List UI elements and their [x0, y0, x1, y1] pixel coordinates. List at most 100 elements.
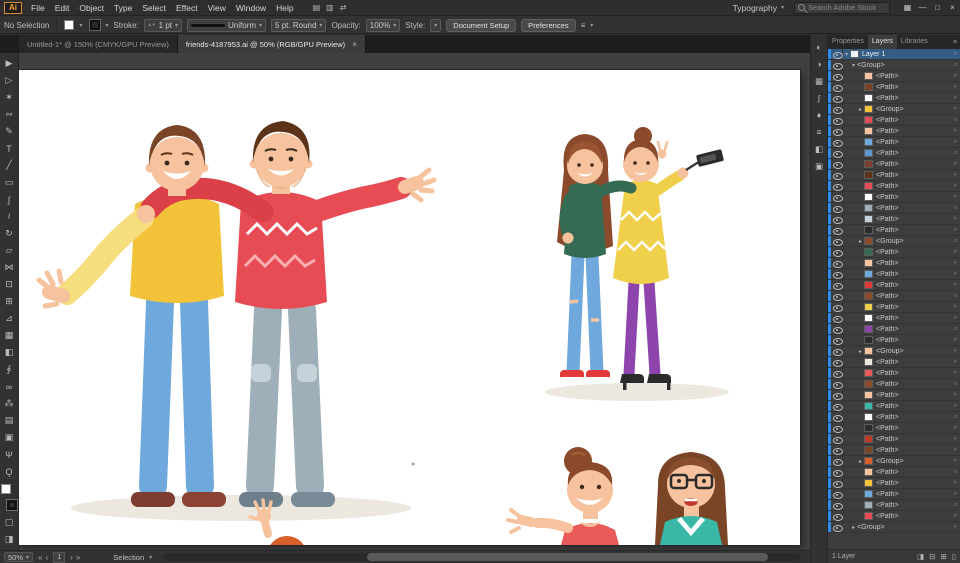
object-row[interactable]: <Path>○ — [828, 313, 960, 324]
object-row[interactable]: <Path>○ — [828, 302, 960, 313]
pencil-tool[interactable]: ≀ — [0, 208, 19, 225]
menu-select[interactable]: Select — [137, 0, 171, 16]
object-row[interactable]: <Path>○ — [828, 71, 960, 82]
chevron-down-icon[interactable]: ▾ — [319, 22, 322, 29]
target-circle-icon[interactable]: ○ — [953, 414, 957, 420]
fill-indicator-swatch[interactable] — [1, 484, 11, 494]
object-row[interactable]: <Path>○ — [828, 192, 960, 203]
target-circle-icon[interactable]: ○ — [953, 216, 957, 222]
menu-type[interactable]: Type — [109, 0, 137, 16]
zoom-dropdown[interactable]: 50% ▾ — [4, 552, 33, 562]
group-row[interactable]: ▸<Group>○ — [828, 104, 960, 115]
screen-mode-icon[interactable]: ◨ — [0, 531, 19, 548]
visibility-eye-icon[interactable] — [831, 445, 843, 456]
color-panel-icon[interactable]: ◐ — [810, 39, 828, 55]
object-row[interactable]: <Path>○ — [828, 434, 960, 445]
visibility-eye-icon[interactable] — [831, 214, 843, 225]
visibility-eye-icon[interactable] — [831, 93, 843, 104]
target-circle-icon[interactable]: ○ — [953, 469, 957, 475]
target-circle-icon[interactable]: ○ — [953, 117, 957, 123]
disclosure-right-icon[interactable]: ▸ — [857, 238, 864, 245]
object-row[interactable]: <Path>○ — [828, 478, 960, 489]
target-circle-icon[interactable]: ○ — [953, 238, 957, 244]
target-circle-icon[interactable]: ○ — [953, 194, 957, 200]
stroke-weight-field[interactable]: ▲▼ 1 pt ▾ — [144, 19, 182, 32]
visibility-eye-icon[interactable] — [831, 335, 843, 346]
target-circle-icon[interactable]: ○ — [953, 293, 957, 299]
target-circle-icon[interactable]: ○ — [953, 304, 957, 310]
color-guide-panel-icon[interactable]: ◑ — [810, 56, 828, 72]
group-row[interactable]: ▾<Group>○ — [828, 60, 960, 71]
next-artboard-icon[interactable]: › — [70, 553, 73, 562]
target-circle-icon[interactable]: ○ — [953, 282, 957, 288]
horizontal-scrollbar[interactable] — [163, 553, 800, 561]
opacity-field[interactable]: 100% ▾ — [366, 19, 400, 32]
visibility-eye-icon[interactable] — [831, 236, 843, 247]
width-tool[interactable]: ⋈ — [0, 259, 19, 276]
object-row[interactable]: <Path>○ — [828, 324, 960, 335]
visibility-eye-icon[interactable] — [831, 500, 843, 511]
menu-object[interactable]: Object — [74, 0, 109, 16]
visibility-eye-icon[interactable] — [831, 434, 843, 445]
group-row[interactable]: ▸<Group>○ — [828, 236, 960, 247]
visibility-eye-icon[interactable] — [831, 302, 843, 313]
visibility-eye-icon[interactable] — [831, 60, 843, 71]
panel-tab-layers[interactable]: Layers — [868, 35, 897, 49]
target-circle-icon[interactable]: ○ — [953, 370, 957, 376]
object-row[interactable]: <Path>○ — [828, 489, 960, 500]
visibility-eye-icon[interactable] — [831, 280, 843, 291]
panel-tab-libraries[interactable]: Libraries — [897, 35, 932, 49]
visibility-eye-icon[interactable] — [831, 269, 843, 280]
visibility-eye-icon[interactable] — [831, 522, 843, 533]
object-row[interactable]: <Path>○ — [828, 170, 960, 181]
target-circle-icon[interactable]: ○ — [953, 227, 957, 233]
artwork-women-bottom[interactable] — [508, 447, 728, 545]
swatches-panel-icon[interactable]: ▦ — [810, 73, 828, 89]
object-row[interactable]: <Path>○ — [828, 379, 960, 390]
visibility-eye-icon[interactable] — [831, 148, 843, 159]
visibility-eye-icon[interactable] — [831, 192, 843, 203]
fill-color-swatch[interactable] — [64, 20, 74, 30]
visibility-eye-icon[interactable] — [831, 456, 843, 467]
symbol-sprayer-tool[interactable]: ⁂ — [0, 395, 19, 412]
stroke-panel-icon[interactable]: ≡ — [810, 124, 828, 140]
visibility-eye-icon[interactable] — [831, 478, 843, 489]
target-circle-icon[interactable]: ○ — [953, 337, 957, 343]
shape-builder-tool[interactable]: ⊞ — [0, 293, 19, 310]
artwork-selfie-women[interactable] — [545, 127, 729, 401]
object-row[interactable]: <Path>○ — [828, 225, 960, 236]
target-circle-icon[interactable]: ○ — [953, 392, 957, 398]
target-circle-icon[interactable]: ○ — [953, 128, 957, 134]
mesh-tool[interactable]: ▦ — [0, 327, 19, 344]
visibility-eye-icon[interactable] — [831, 258, 843, 269]
visibility-eye-icon[interactable] — [831, 203, 843, 214]
target-circle-icon[interactable]: ○ — [953, 161, 957, 167]
object-row[interactable]: <Path>○ — [828, 181, 960, 192]
share-screen-icon[interactable]: ⇄ — [340, 0, 347, 16]
panel-menu-icon[interactable]: ≡ — [953, 39, 957, 46]
workspace-switcher[interactable]: Typography ▾ — [733, 3, 784, 13]
target-circle-icon[interactable]: ○ — [953, 73, 957, 79]
artboard[interactable] — [19, 70, 800, 545]
trash-icon[interactable]: ▯ — [952, 552, 956, 561]
object-row[interactable]: <Path>○ — [828, 247, 960, 258]
document-setup-button[interactable]: Document Setup — [446, 19, 516, 32]
direct-selection-tool[interactable]: ▷ — [0, 72, 19, 89]
minimize-icon[interactable]: — — [915, 0, 930, 16]
hand-tool[interactable]: Ψ — [0, 446, 19, 463]
target-circle-icon[interactable]: ○ — [953, 381, 957, 387]
scale-tool[interactable]: ▱ — [0, 242, 19, 259]
target-circle-icon[interactable]: ○ — [953, 205, 957, 211]
visibility-eye-icon[interactable] — [831, 467, 843, 478]
visibility-eye-icon[interactable] — [831, 412, 843, 423]
align-options-icon[interactable]: ≡ — [581, 21, 586, 30]
target-circle-icon[interactable]: ○ — [953, 447, 957, 453]
visibility-eye-icon[interactable] — [831, 170, 843, 181]
target-circle-icon[interactable]: ○ — [953, 139, 957, 145]
target-circle-icon[interactable]: ○ — [953, 106, 957, 112]
style-dropdown[interactable]: ▾ — [430, 19, 441, 32]
target-circle-icon[interactable]: ○ — [953, 84, 957, 90]
new-layer-icon[interactable]: ⊞ — [941, 552, 947, 561]
perspective-grid-tool[interactable]: ⊿ — [0, 310, 19, 327]
disclosure-right-icon[interactable]: ▸ — [857, 106, 864, 113]
